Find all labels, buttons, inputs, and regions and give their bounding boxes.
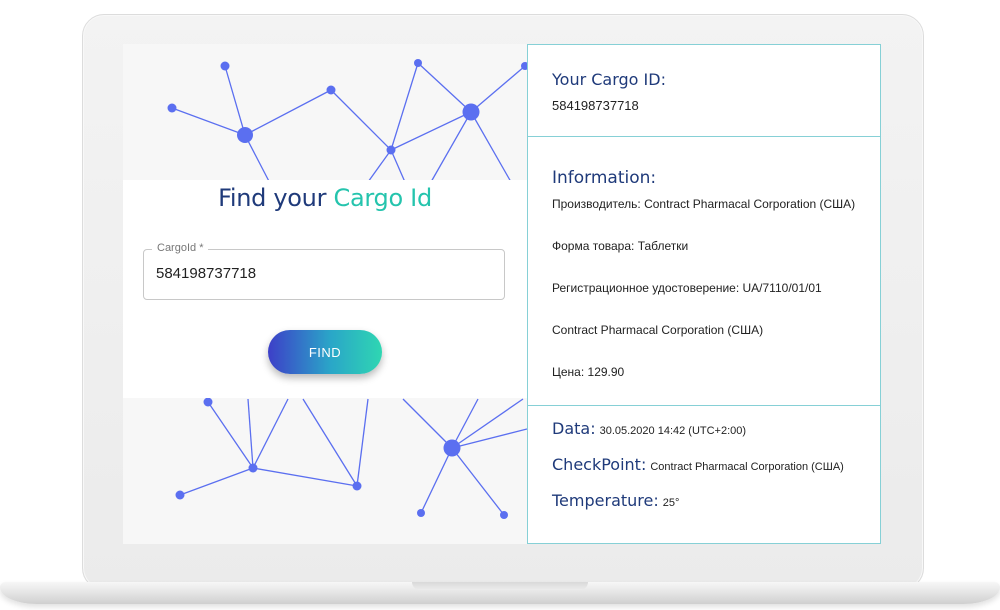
data-value: 30.05.2020 14:42 (UTC+2:00) <box>599 425 747 437</box>
temperature-label: Temperature: <box>552 491 659 510</box>
cargo-id-field[interactable]: CargoId * <box>143 242 505 300</box>
search-panel: Find your Cargo Id CargoId * FIND <box>123 44 527 544</box>
info-line-form: Форма товара: Таблетки <box>552 239 689 253</box>
status-section: Data: 30.05.2020 14:42 (UTC+2:00) CheckPo… <box>528 406 880 543</box>
checkpoint-label: CheckPoint: <box>552 455 647 474</box>
data-row: Data: 30.05.2020 14:42 (UTC+2:00) <box>552 419 746 439</box>
cargo-id-field-label: CargoId * <box>152 242 209 254</box>
information-section: Information: Производитель: Contract Pha… <box>528 137 880 406</box>
checkpoint-value: Contract Pharmacal Corporation (США) <box>650 461 844 473</box>
cargo-id-value: 584198737718 <box>552 98 639 113</box>
info-line-company: Contract Pharmacal Corporation (США) <box>552 323 764 337</box>
info-line-manufacturer: Производитель: Contract Pharmacal Corpor… <box>552 197 856 211</box>
page-title: Find your Cargo Id <box>123 184 527 212</box>
find-button[interactable]: FIND <box>268 330 382 374</box>
result-panel: Your Cargo ID: 584198737718 Information:… <box>527 44 881 544</box>
temperature-value: 25° <box>662 497 680 509</box>
laptop-screen: Find your Cargo Id CargoId * FIND Your C… <box>123 44 881 544</box>
checkpoint-row: CheckPoint: Contract Pharmacal Corporatio… <box>552 455 844 475</box>
title-text: Find your <box>218 184 327 212</box>
information-heading: Information: <box>552 168 657 188</box>
title-accent-text: Cargo Id <box>333 184 433 212</box>
laptop-notch <box>412 582 588 590</box>
cargo-id-input[interactable] <box>156 265 486 282</box>
temperature-row: Temperature: 25° <box>552 491 679 511</box>
info-line-price: Цена: 129.90 <box>552 365 625 379</box>
cargo-id-heading: Your Cargo ID: <box>552 70 666 89</box>
data-label: Data: <box>552 419 596 438</box>
cargo-id-section: Your Cargo ID: 584198737718 <box>528 45 880 137</box>
info-line-registration: Регистрационное удостоверение: UA/7110/0… <box>552 281 822 295</box>
